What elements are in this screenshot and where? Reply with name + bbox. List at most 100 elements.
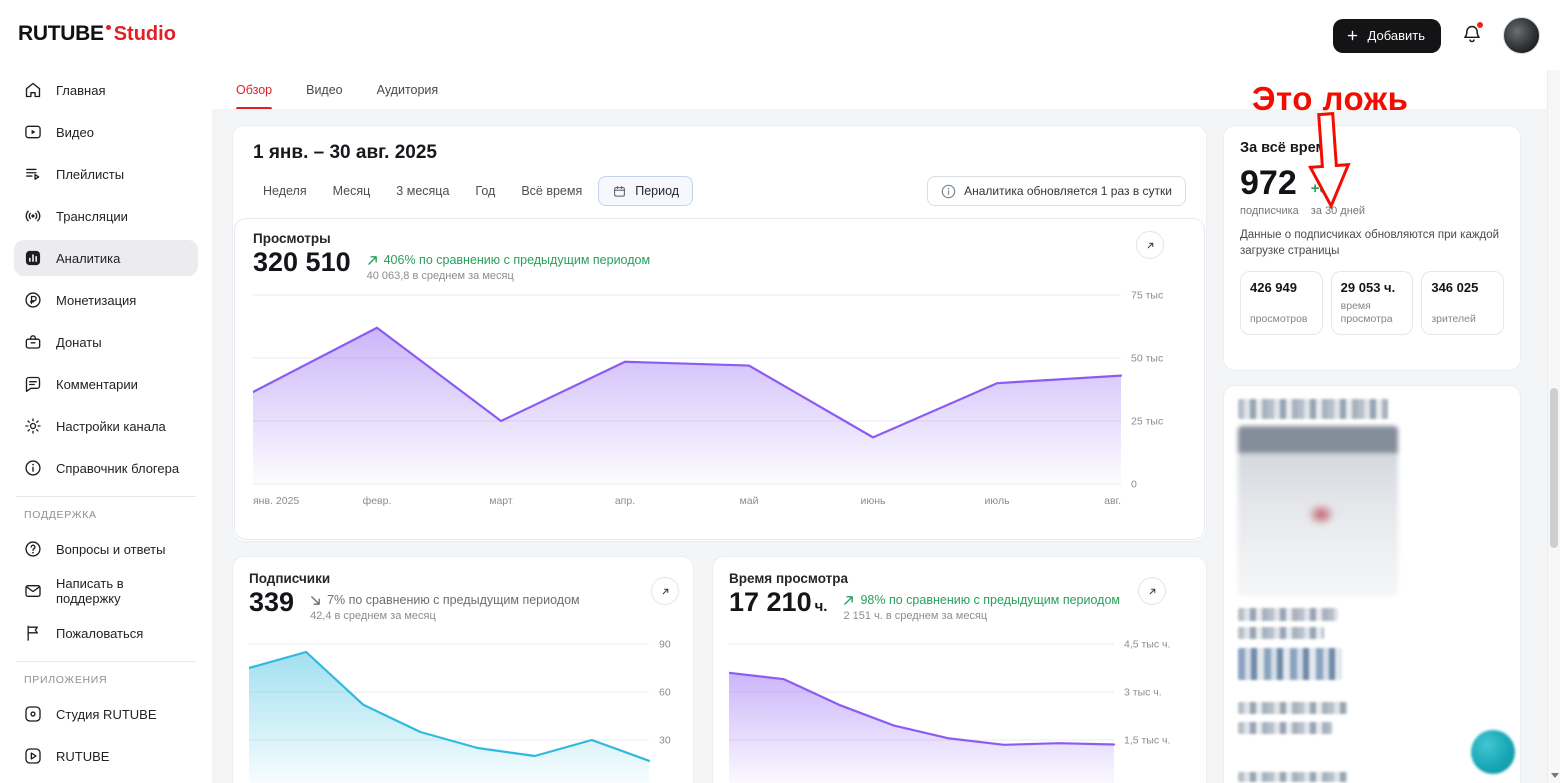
home-icon [23,80,43,100]
trend-up-icon [844,595,854,605]
subscribers-total-value: 339 [249,587,295,617]
expand-icon [1149,588,1155,594]
scroll-down-button[interactable] [1548,768,1560,783]
stat-views-label: просмотров [1250,312,1308,325]
period-custom-label: Период [635,184,680,198]
subscribers-summary: 972 +81 подписчика за 30 дней [1240,166,1504,217]
blurred-floating-button[interactable] [1471,730,1515,774]
sidebar-item-comments[interactable]: Комментарии [14,366,198,402]
sidebar-item-report[interactable]: Пожаловаться [14,615,198,651]
scrollbar[interactable] [1547,70,1560,783]
trend-up-icon [367,255,377,265]
sidebar-item-channel-settings[interactable]: Настройки канала [14,408,198,444]
tab-overview[interactable]: Обзор [236,70,273,109]
svg-text:апр.: апр. [615,495,635,507]
user-avatar[interactable] [1503,17,1540,54]
views-value-row: 320 510 406% по сравнению с предыдущим п… [253,247,1186,282]
rutube-studio-logo[interactable]: RUTUBE Studio [18,22,176,46]
sidebar-item-label: RUTUBE [56,748,110,764]
stat-views: 426 949 просмотров [1240,271,1323,336]
period-filter-group: Неделя Месяц 3 месяца Год Всё время Пери… [253,176,694,206]
watch-time-expand-button[interactable] [1138,577,1166,605]
tab-audience[interactable]: Аудитория [377,70,439,109]
sidebar-item-label: Пожаловаться [56,625,144,641]
svg-text:3 тыс ч.: 3 тыс ч. [1124,687,1162,699]
sidebar-item-blogger-guide[interactable]: Справочник блогера [14,450,198,486]
sidebar-item-analytics[interactable]: Аналитика [14,240,198,276]
subscribers-count: 972 [1240,164,1297,202]
add-button[interactable]: Добавить [1332,18,1441,53]
sidebar-item-videos[interactable]: Видео [14,114,198,150]
sidebar-item-rutube-app[interactable]: RUTUBE [14,738,198,774]
scrollbar-thumb[interactable] [1550,388,1558,548]
svg-text:25 тыс: 25 тыс [1131,416,1163,428]
period-custom-button[interactable]: Период [598,176,694,206]
calendar-icon [614,185,626,197]
sidebar-item-home[interactable]: Главная [14,72,198,108]
watch-time-trend-stack: 98% по сравнению с предыдущим периодом 2… [843,588,1120,622]
subscribers-chart-title: Подписчики [249,571,331,586]
sidebar-item-label: Студия RUTUBE [56,706,157,722]
topbar-actions: Добавить [1332,17,1540,54]
sidebar-item-label: Комментарии [56,376,138,392]
sidebar-item-label: Вопросы и ответы [56,541,166,557]
sidebar-item-faq[interactable]: Вопросы и ответы [14,531,198,567]
period-week-button[interactable]: Неделя [253,176,317,206]
blurred-text-row [1238,772,1348,782]
subscribers-chart-card: Подписчики 339 7% по сравнению с предыду… [232,556,694,783]
watch-time-area-chart: 1,5 тыс ч. 3 тыс ч. 4,5 тыс ч. [729,639,1170,783]
svg-text:авг.: авг. [1104,495,1121,507]
subscribers-trend-stack: 7% по сравнению с предыдущим периодом 42… [310,588,580,622]
comment-icon [23,374,43,394]
svg-text:60: 60 [659,687,671,699]
period-3months-button[interactable]: 3 месяца [386,176,459,206]
subscribers-average-text: 42,4 в среднем за месяц [310,610,436,622]
watch-time-value-row: 17 210 ч. 98% по сравнению с предыдущим п… [729,587,1190,622]
add-button-label: Добавить [1367,28,1425,43]
rutube-app-icon [23,746,43,766]
sidebar-apps-header: ПРИЛОЖЕНИЯ [24,674,108,686]
views-expand-button[interactable] [1136,231,1164,259]
views-chart-title: Просмотры [253,231,331,246]
subscribers-trend-text: 7% по сравнению с предыдущим периодом [327,593,580,607]
svg-text:июль: июль [984,495,1010,507]
sidebar-item-streams[interactable]: Трансляции [14,198,198,234]
sidebar-item-contact-support[interactable]: Написать в поддержку [14,573,198,609]
sidebar-item-monetization[interactable]: Монетизация [14,282,198,318]
trend-down-icon [311,595,320,605]
sidebar-item-label: Видео [56,124,94,140]
sidebar-item-label: Главная [56,82,106,98]
sidebar-divider [16,661,196,662]
subscribers-area-chart: 30 60 90 [249,639,671,783]
tab-video[interactable]: Видео [306,70,343,109]
watch-time-trend-text: 98% по сравнению с предыдущим периодом [860,593,1120,607]
sidebar-item-studio-app[interactable]: Студия RUTUBE [14,696,198,732]
sidebar-item-label: Донаты [56,334,102,350]
subscribers-update-note: Данные о подписчиках обновляются при каж… [1240,229,1500,257]
watch-time-header: Время просмотра 17 210 ч. 98% по сравнени… [713,557,1206,622]
expand-icon [662,588,668,594]
blurred-video-thumbnail [1238,426,1398,596]
subscribers-value-row: 339 7% по сравнению с предыдущим периодо… [249,587,677,622]
svg-text:февр.: февр. [363,495,392,507]
views-trend: 406% по сравнению с предыдущим периодом [367,253,650,267]
date-range-title: 1 янв. – 30 авг. 2025 [253,142,437,163]
logo-dot [105,25,111,30]
views-total-value: 320 510 [253,247,351,277]
subscribers-expand-button[interactable] [651,577,679,605]
sidebar-item-label: Аналитика [56,250,121,266]
rutube-studio-analytics-page: RUTUBE Studio Добавить Главная Видео Пле… [0,0,1560,783]
blurred-text-row [1238,608,1338,621]
summary-stats-row: 426 949 просмотров 29 053 ч. время просм… [1240,271,1505,336]
sidebar-item-playlists[interactable]: Плейлисты [14,156,198,192]
sidebar-item-donations[interactable]: Донаты [14,324,198,360]
notifications-button[interactable] [1459,21,1485,50]
period-month-button[interactable]: Месяц [323,176,381,206]
period-year-button[interactable]: Год [465,176,505,206]
period-alltime-button[interactable]: Всё время [511,176,592,206]
watch-time-total-number: 17 210 [729,587,812,617]
mail-icon [23,581,43,601]
stat-watch-time-label: время просмотра [1340,299,1393,325]
topbar: RUTUBE Studio Добавить [0,0,1560,70]
subscribers-trend: 7% по сравнению с предыдущим периодом [310,593,580,607]
